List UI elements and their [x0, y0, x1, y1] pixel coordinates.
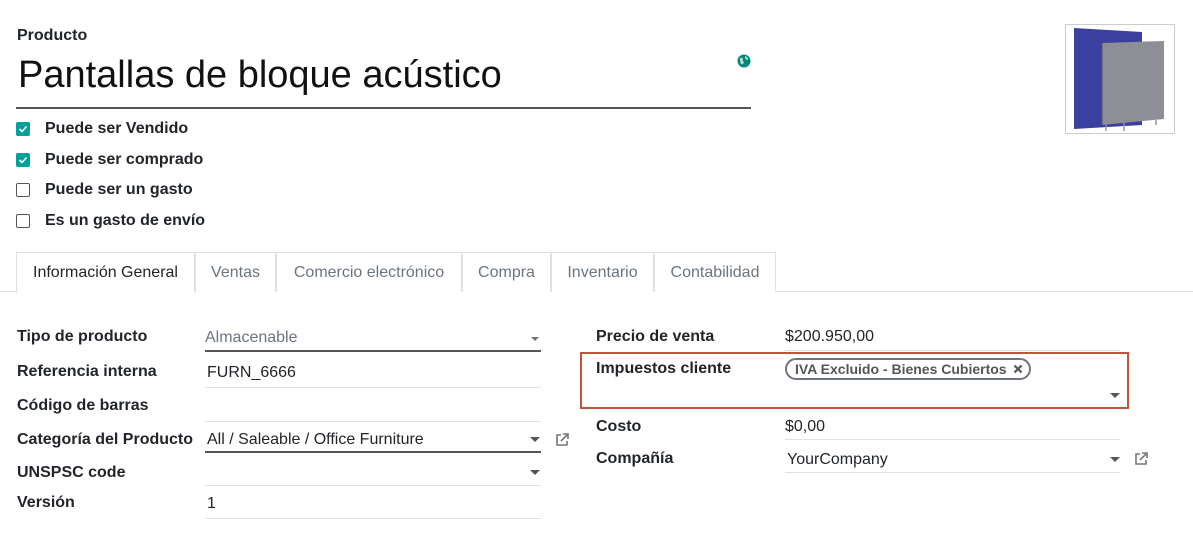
category-label: Categoría del Producto	[17, 431, 194, 448]
tax-tag-remove-icon[interactable]	[1013, 364, 1023, 374]
version-input[interactable]: 1	[207, 495, 216, 513]
product-type-chevron-down-icon[interactable]	[531, 337, 539, 341]
globe-icon[interactable]	[737, 54, 751, 68]
checkbox-can-be-purchased[interactable]	[16, 153, 30, 167]
internal-ref-input[interactable]: FURN_6666	[207, 364, 296, 382]
unspsc-underline	[205, 485, 541, 486]
company-label: Compañía	[596, 450, 674, 467]
unspsc-label: UNSPSC code	[17, 464, 126, 481]
customer-taxes-chevron-down-icon[interactable]	[1110, 393, 1120, 398]
barcode-underline	[205, 421, 541, 422]
checkbox-can-be-expensed-label: Puede ser un gasto	[45, 181, 193, 198]
tab-accounting[interactable]: Contabilidad	[654, 252, 776, 292]
product-type-select[interactable]: Almacenable	[205, 329, 298, 347]
barcode-label: Código de barras	[17, 397, 149, 414]
company-underline	[785, 472, 1120, 473]
product-image[interactable]	[1065, 24, 1175, 134]
checkbox-can-be-sold-label: Puede ser Vendido	[45, 120, 189, 137]
version-underline	[205, 518, 541, 519]
unspsc-chevron-down-icon[interactable]	[530, 470, 540, 475]
checkbox-can-be-sold[interactable]	[16, 122, 30, 136]
sale-price-underline	[785, 350, 1120, 351]
company-chevron-down-icon[interactable]	[1110, 457, 1120, 462]
sale-price-label: Precio de venta	[596, 328, 715, 345]
product-type-underline	[205, 350, 541, 352]
product-label: Producto	[17, 27, 88, 44]
sale-price-currency: $	[785, 328, 794, 345]
cost-underline	[785, 439, 1120, 440]
tab-purchase[interactable]: Compra	[462, 252, 551, 292]
cost-input[interactable]: $0,00	[785, 418, 825, 436]
tab-inventory[interactable]: Inventario	[551, 252, 654, 292]
checkbox-shipping-cost[interactable]	[16, 214, 30, 228]
tab-sales[interactable]: Ventas	[195, 252, 276, 292]
company-select[interactable]: YourCompany	[787, 451, 888, 469]
company-external-link-icon[interactable]	[1133, 451, 1149, 467]
sale-price-value: 200.950,00	[793, 328, 874, 345]
checkbox-can-be-purchased-label: Puede ser comprado	[45, 151, 204, 168]
version-label: Versión	[17, 494, 75, 511]
tab-ecommerce[interactable]: Comercio electrónico	[276, 252, 462, 292]
category-external-link-icon[interactable]	[554, 432, 570, 448]
internal-ref-underline	[205, 387, 541, 388]
tab-general-info[interactable]: Información General	[16, 252, 195, 293]
category-chevron-down-icon[interactable]	[530, 437, 540, 442]
cost-value: 0,00	[793, 418, 826, 435]
customer-taxes-label: Impuestos cliente	[596, 360, 732, 377]
product-name-underline	[16, 107, 751, 109]
tax-tag[interactable]: IVA Excluido - Bienes Cubiertos	[785, 358, 1031, 380]
tax-tag-label: IVA Excluido - Bienes Cubiertos	[795, 361, 1007, 377]
checkbox-shipping-cost-label: Es un gasto de envío	[45, 212, 206, 229]
internal-ref-label: Referencia interna	[17, 363, 157, 380]
product-name-input[interactable]: Pantallas de bloque acústico	[18, 54, 502, 97]
product-type-label: Tipo de producto	[17, 328, 148, 345]
sale-price-input[interactable]: $200.950,00	[785, 328, 874, 346]
category-underline	[205, 451, 541, 453]
category-select[interactable]: All / Saleable / Office Furniture	[207, 431, 424, 449]
checkbox-can-be-expensed[interactable]	[16, 183, 30, 197]
cost-currency: $	[785, 418, 794, 435]
cost-label: Costo	[596, 418, 642, 435]
